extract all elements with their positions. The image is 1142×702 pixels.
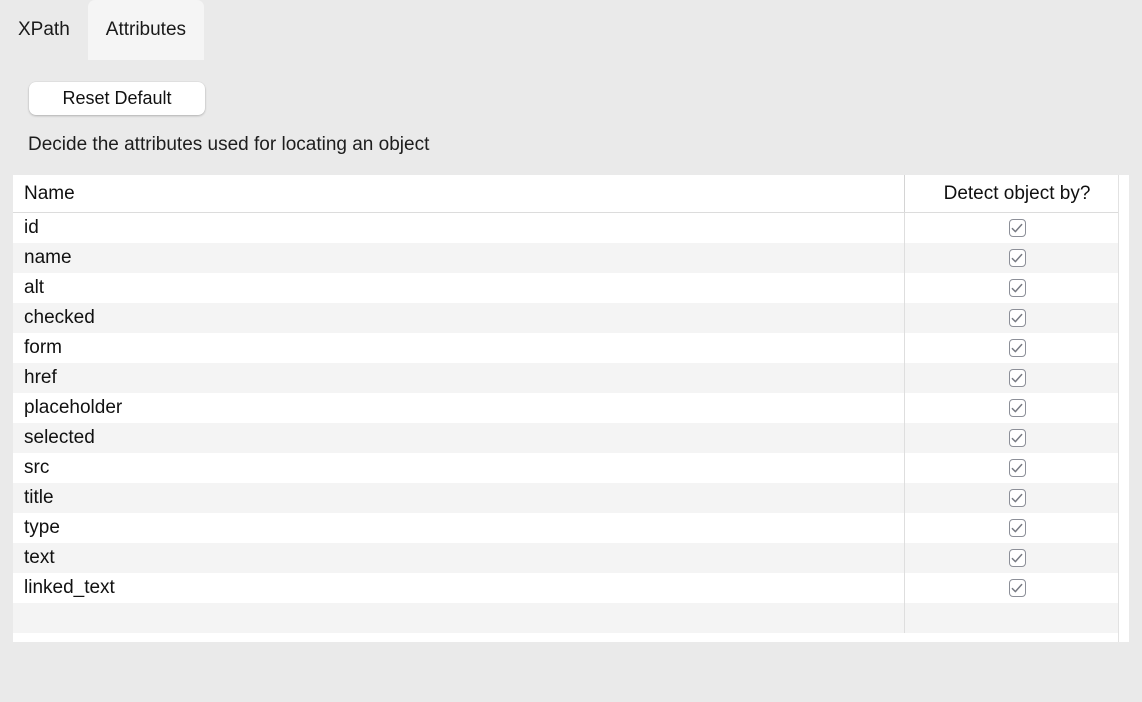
attributes-table: Name Detect object by? idnamealtcheckedf… [13, 175, 1129, 642]
column-header-name[interactable]: Name [13, 175, 904, 212]
table-header-row: Name Detect object by? [13, 175, 1129, 213]
detect-object-checkbox[interactable] [1009, 369, 1026, 387]
detect-object-checkbox[interactable] [1009, 399, 1026, 417]
cell-attribute-name[interactable]: href [13, 363, 904, 393]
cell-attribute-name[interactable]: src [13, 453, 904, 483]
panel-description: Decide the attributes used for locating … [28, 134, 429, 156]
cell-detect-object-by[interactable] [904, 513, 1129, 543]
detect-object-checkbox[interactable] [1009, 309, 1026, 327]
cell-detect-object-by[interactable] [904, 393, 1129, 423]
tab-xpath[interactable]: XPath [0, 0, 88, 60]
tab-xpath-label: XPath [18, 19, 70, 41]
table-row[interactable] [13, 603, 1129, 633]
table-row[interactable]: href [13, 363, 1129, 393]
table-row[interactable]: checked [13, 303, 1129, 333]
cell-attribute-name[interactable]: form [13, 333, 904, 363]
cell-attribute-name[interactable]: title [13, 483, 904, 513]
detect-object-checkbox[interactable] [1009, 249, 1026, 267]
detect-object-checkbox[interactable] [1009, 549, 1026, 567]
table-row[interactable]: form [13, 333, 1129, 363]
cell-detect-object-by[interactable] [904, 213, 1129, 243]
reset-default-button[interactable]: Reset Default [29, 82, 205, 115]
cell-detect-object-by[interactable] [904, 333, 1129, 363]
cell-attribute-name[interactable]: placeholder [13, 393, 904, 423]
tab-attributes[interactable]: Attributes [88, 0, 204, 60]
table-left-gutter [0, 175, 13, 642]
cell-attribute-name[interactable]: selected [13, 423, 904, 453]
cell-attribute-name[interactable] [13, 603, 904, 633]
cell-detect-object-by[interactable] [904, 243, 1129, 273]
cell-detect-object-by[interactable] [904, 453, 1129, 483]
table-row[interactable]: placeholder [13, 393, 1129, 423]
table-row[interactable]: title [13, 483, 1129, 513]
table-row[interactable]: text [13, 543, 1129, 573]
detect-object-checkbox[interactable] [1009, 489, 1026, 507]
table-row[interactable]: src [13, 453, 1129, 483]
detect-object-checkbox[interactable] [1009, 579, 1026, 597]
cell-detect-object-by[interactable] [904, 573, 1129, 603]
attributes-table-grid: Name Detect object by? idnamealtcheckedf… [13, 175, 1129, 642]
tab-strip: XPath Attributes [0, 0, 1142, 60]
column-header-detect-object-by[interactable]: Detect object by? [904, 175, 1129, 212]
cell-attribute-name[interactable]: linked_text [13, 573, 904, 603]
cell-attribute-name[interactable]: checked [13, 303, 904, 333]
cell-detect-object-by[interactable] [904, 303, 1129, 333]
detect-object-checkbox[interactable] [1009, 219, 1026, 237]
detect-object-checkbox[interactable] [1009, 339, 1026, 357]
cell-detect-object-by[interactable] [904, 423, 1129, 453]
table-right-gutter [1129, 175, 1142, 642]
detect-object-checkbox[interactable] [1009, 279, 1026, 297]
cell-attribute-name[interactable]: text [13, 543, 904, 573]
cell-detect-object-by[interactable] [904, 603, 1129, 633]
detect-object-checkbox[interactable] [1009, 519, 1026, 537]
tab-attributes-label: Attributes [106, 19, 186, 41]
detect-object-checkbox[interactable] [1009, 459, 1026, 477]
cell-attribute-name[interactable]: type [13, 513, 904, 543]
table-row[interactable]: name [13, 243, 1129, 273]
table-row[interactable]: linked_text [13, 573, 1129, 603]
cell-attribute-name[interactable]: id [13, 213, 904, 243]
table-row[interactable]: type [13, 513, 1129, 543]
table-vertical-scrollbar[interactable] [1118, 175, 1129, 642]
cell-attribute-name[interactable]: alt [13, 273, 904, 303]
cell-detect-object-by[interactable] [904, 543, 1129, 573]
table-row[interactable]: selected [13, 423, 1129, 453]
cell-attribute-name[interactable]: name [13, 243, 904, 273]
detect-object-checkbox[interactable] [1009, 429, 1026, 447]
table-row[interactable]: id [13, 213, 1129, 243]
cell-detect-object-by[interactable] [904, 483, 1129, 513]
table-row[interactable]: alt [13, 273, 1129, 303]
cell-detect-object-by[interactable] [904, 363, 1129, 393]
cell-detect-object-by[interactable] [904, 273, 1129, 303]
